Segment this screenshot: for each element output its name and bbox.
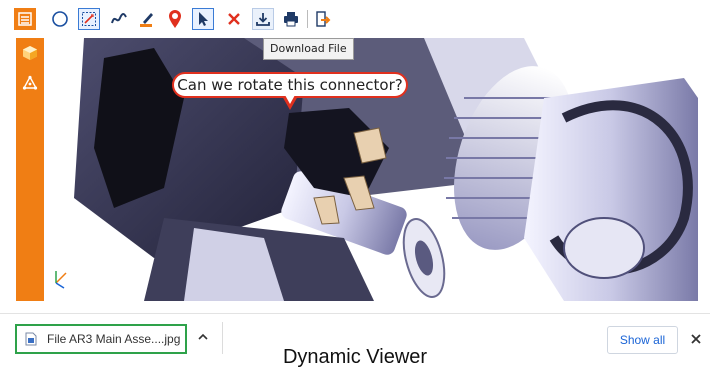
chevron-up-icon[interactable] (196, 330, 210, 344)
location-pin-icon[interactable] (164, 8, 186, 30)
menu-icon[interactable] (14, 8, 36, 30)
left-sidebar (16, 38, 44, 301)
figure-caption: Dynamic Viewer (282, 346, 428, 368)
pointer-icon[interactable] (192, 8, 214, 30)
annotation-pointer-inner (285, 95, 295, 104)
freehand-icon[interactable] (108, 8, 130, 30)
image-file-icon (25, 332, 37, 346)
toolbar-divider (307, 10, 308, 28)
download-icon[interactable] (252, 8, 274, 30)
compass-icon[interactable] (49, 8, 71, 30)
viewer-toolbar (0, 0, 710, 38)
cube-icon[interactable] (21, 44, 39, 62)
download-file-tooltip: Download File (263, 38, 354, 60)
downloaded-file-name: File AR3 Main Asse....jpg (47, 332, 181, 346)
assembly-tree-icon[interactable] (21, 74, 39, 92)
print-icon[interactable] (280, 8, 302, 30)
close-icon[interactable] (689, 332, 703, 346)
export-icon[interactable] (312, 8, 334, 30)
highlighter-icon[interactable] (136, 8, 158, 30)
delete-icon[interactable] (223, 8, 245, 30)
select-markup-icon[interactable] (78, 8, 100, 30)
